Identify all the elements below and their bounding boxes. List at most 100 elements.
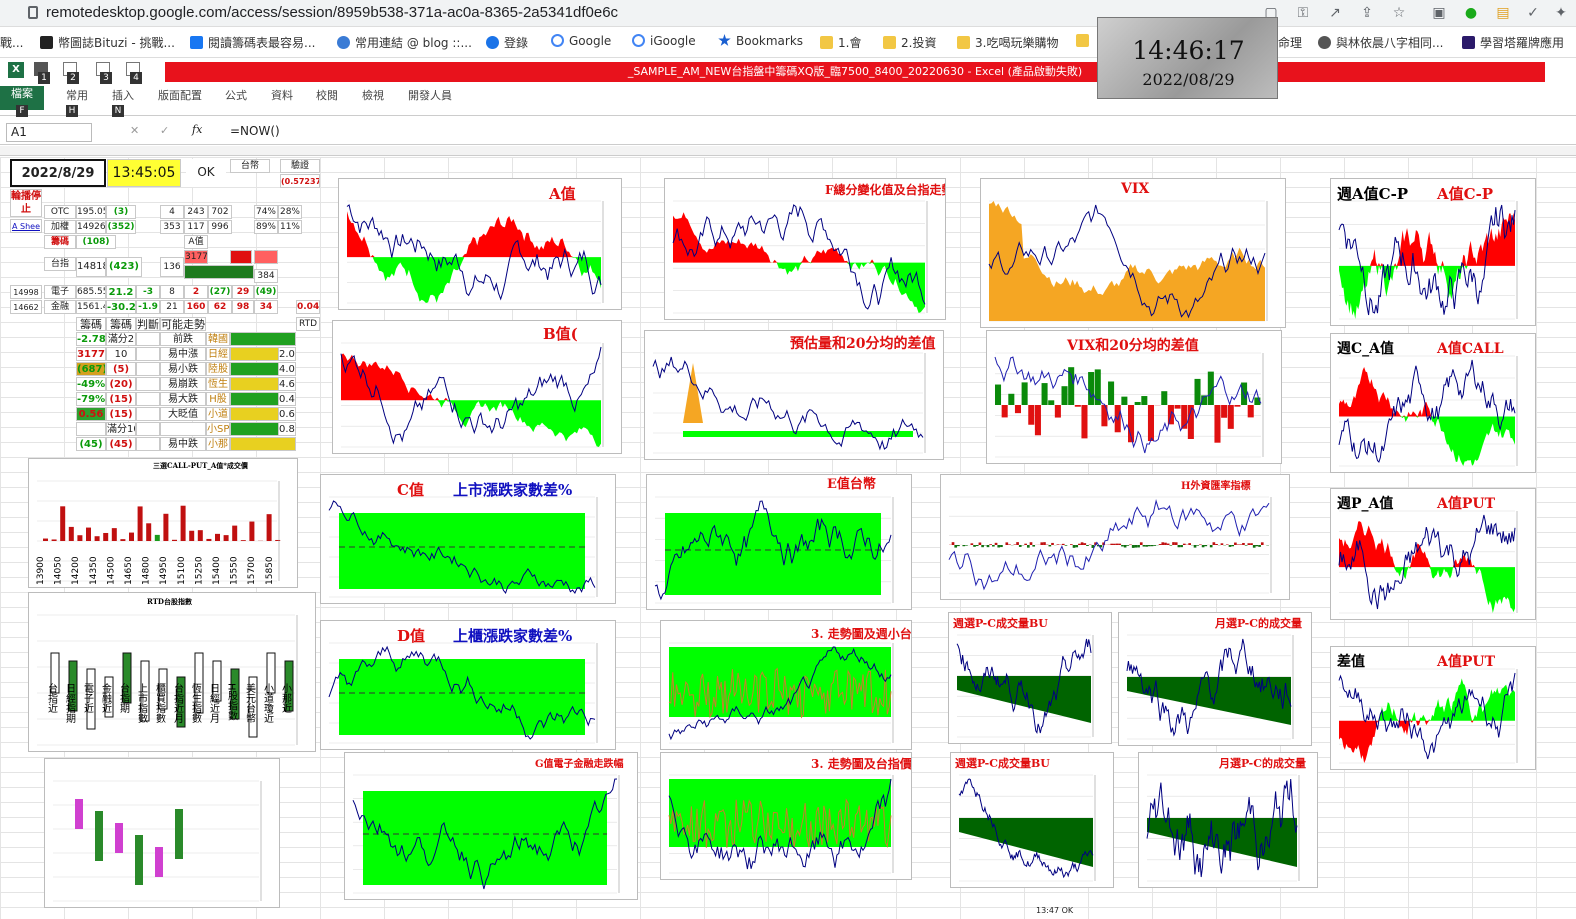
extension-icon[interactable]: ▣	[1430, 4, 1448, 22]
chart-month-pc-1[interactable]: 月選P-C的成交量	[1118, 612, 1312, 746]
chart-week-a-cp[interactable]: 週A值C-P A值C-P	[1330, 178, 1536, 326]
chart-week-pc-1[interactable]: 週選P-C成交量BU	[948, 612, 1112, 744]
tab-home[interactable]: 常用 H	[66, 87, 88, 117]
bookmark-11[interactable]: 命理	[1278, 34, 1302, 51]
chart-f-total[interactable]: F總分變化值及台指走勢	[664, 178, 946, 320]
chart-rtd-chart[interactable]: 台指近 日經指期 電子近 金融近 台指期 上市指數 櫃買指數 台指近月 恆生指數 日經近月 H股指數…	[28, 592, 316, 752]
chart-vix-diff[interactable]: VIX和20分均的差值	[986, 330, 1282, 464]
chart-diff-put-title: A值PUT	[1437, 654, 1496, 670]
tab-formulas[interactable]: 公式	[225, 87, 247, 103]
verify-value: (0.57237)	[280, 174, 320, 188]
positive-area	[1339, 212, 1515, 266]
check-icon[interactable]: ✓	[1524, 4, 1542, 22]
name-box[interactable]: A1	[6, 123, 92, 142]
flat-bar	[1234, 542, 1237, 545]
share-icon[interactable]: ⇪	[1358, 4, 1376, 22]
signal-score-3: (20)	[106, 377, 136, 391]
chart-week-p-a[interactable]: 週P_A值 A值PUT	[1330, 488, 1536, 620]
bookmark-3[interactable]: 常用連結 @ blog ::...	[337, 34, 472, 51]
chart-e-value[interactable]: E值台幣	[646, 474, 912, 610]
wheel-stop[interactable]: 輪播停止	[10, 189, 42, 217]
chart-vix[interactable]: VIX	[980, 178, 1286, 328]
signal-value-7: (45)	[76, 437, 106, 451]
formula-input[interactable]: =NOW()	[230, 124, 280, 138]
flat-bar	[1177, 545, 1181, 548]
tab-layout[interactable]: 版面配置	[158, 87, 202, 103]
a-sheet-link[interactable]: A Shee	[10, 219, 42, 233]
sheet-date[interactable]: 2022/8/29	[10, 159, 106, 187]
chart-g-value[interactable]: G值電子金融走跌幅	[344, 752, 638, 900]
tab-data[interactable]: 資料	[271, 87, 293, 103]
flat-bar	[1252, 545, 1256, 548]
row-0-c4: 4	[160, 205, 184, 219]
key-icon[interactable]: ⚿	[1294, 4, 1312, 22]
flat-bar	[981, 545, 984, 548]
bookmark-9[interactable]: 2.投資	[883, 34, 936, 51]
chart-week-c-a[interactable]: 週C_A值 A值CALL	[1330, 333, 1536, 473]
smart-icon[interactable]: ▤	[1494, 4, 1512, 22]
strike-label: 14800	[142, 556, 152, 585]
chart-h-value-plot	[948, 496, 1272, 594]
address-field[interactable]: remotedesktop.google.com/access/session/…	[46, 4, 618, 21]
chart-h-value-title: H外資匯率指標	[1181, 481, 1251, 492]
cancel-icon[interactable]: ✕	[130, 124, 139, 137]
signal-market-3: 恆生	[206, 377, 230, 391]
chart-rtd-chart-plot: 台指近 日經指期 電子近 金融近 台指期 上市指數 櫃買指數 台指近月 恆生指數 日經近月 H股指數…	[37, 614, 298, 746]
chart-month-pc-2[interactable]: 月選P-C的成交量	[1138, 752, 1318, 888]
chart-b-value[interactable]: B值(	[332, 320, 622, 454]
chart-call-put-bars[interactable]: 13900 14050 14200 14350 14500 14650 14800 14950…	[28, 458, 298, 588]
flat-bar	[1174, 542, 1178, 545]
bookmark-6[interactable]: iGoogle	[632, 34, 696, 48]
bookmark-folder[interactable]	[1076, 34, 1094, 48]
bookmark-5[interactable]: Google	[551, 34, 611, 48]
chart-h-value[interactable]: H外資匯率指標	[940, 474, 1290, 600]
chart-candles-small[interactable]	[44, 758, 280, 908]
chart-c-value[interactable]: 上市漲跌家數差% C值	[320, 474, 616, 604]
signal-trend-3: 易崩跌	[160, 377, 206, 391]
enter-icon[interactable]: ✓	[160, 124, 169, 137]
bookmark-4[interactable]: 登錄	[486, 34, 528, 51]
chart-a-value[interactable]: A值	[338, 178, 622, 310]
tab-insert[interactable]: 插入 N	[112, 87, 134, 117]
chart-diff-put[interactable]: 差值 A值PUT	[1330, 646, 1536, 770]
row-5-c4: -1.9	[136, 300, 160, 314]
diff-bar	[1054, 405, 1061, 418]
bookmark-8[interactable]: 1.會	[820, 34, 861, 51]
chart-trend-small[interactable]: 3. 走勢圖及週小台價差	[660, 620, 912, 750]
puzzle-icon[interactable]: ✦	[1552, 4, 1570, 22]
tab-developer[interactable]: 開發人員	[408, 87, 452, 103]
bookmark-1[interactable]: 幣圖誌Bituzi - 挑戰...	[40, 34, 175, 51]
chart-trend-index[interactable]: 3. 走勢圖及台指價差	[660, 752, 912, 880]
tab-view[interactable]: 檢視	[362, 87, 384, 103]
rtd-label: 櫃買指數	[154, 682, 166, 724]
sheet-time[interactable]: 13:45:05	[107, 159, 181, 187]
signal-trend-6	[160, 422, 206, 436]
bookmark-12[interactable]: 與林依晨八字相同...	[1318, 34, 1443, 51]
diff-bar	[1034, 405, 1041, 436]
flat-bar	[962, 545, 966, 547]
bookmark-10[interactable]: 3.吃喝玩樂購物	[957, 34, 1058, 51]
bookmark-7[interactable]: Bookmarks	[718, 34, 803, 48]
chart-week-pc-2[interactable]: 週選P-C成交量BU	[950, 752, 1114, 888]
bookmark-star-icon[interactable]: ☆	[1390, 4, 1408, 22]
flat-bar	[1072, 545, 1076, 548]
open-external-icon[interactable]: ↗	[1326, 4, 1344, 22]
bookmark-2[interactable]: 閱讀籌碼表最容易...	[190, 34, 315, 51]
row-3-label: 台指	[44, 257, 76, 271]
option-bar	[223, 535, 229, 541]
diff-bar	[1108, 381, 1115, 405]
chart-d-value[interactable]: 上櫃漲跌家數差% D值	[320, 620, 616, 750]
tab-review[interactable]: 校閱	[316, 87, 338, 103]
chart-week-p-a-title: A值PUT	[1437, 496, 1496, 512]
insert-function-icon[interactable]: fx	[192, 123, 202, 136]
bookmark-0[interactable]: 戰...	[0, 34, 23, 51]
signal-score-6: 滿分10	[106, 422, 136, 436]
line-icon[interactable]: ●	[1462, 4, 1480, 22]
rtd-label: 台指近	[46, 682, 58, 713]
tab-file[interactable]: 檔案 F	[0, 86, 44, 117]
flat-bar	[1260, 542, 1264, 545]
chart-est-volume[interactable]: 預估量和20分均的差值	[644, 330, 944, 460]
row-1-label: 加權	[44, 220, 76, 234]
bookmark-13[interactable]: 學習塔羅牌應用	[1462, 34, 1564, 51]
column-headers	[0, 146, 1576, 156]
